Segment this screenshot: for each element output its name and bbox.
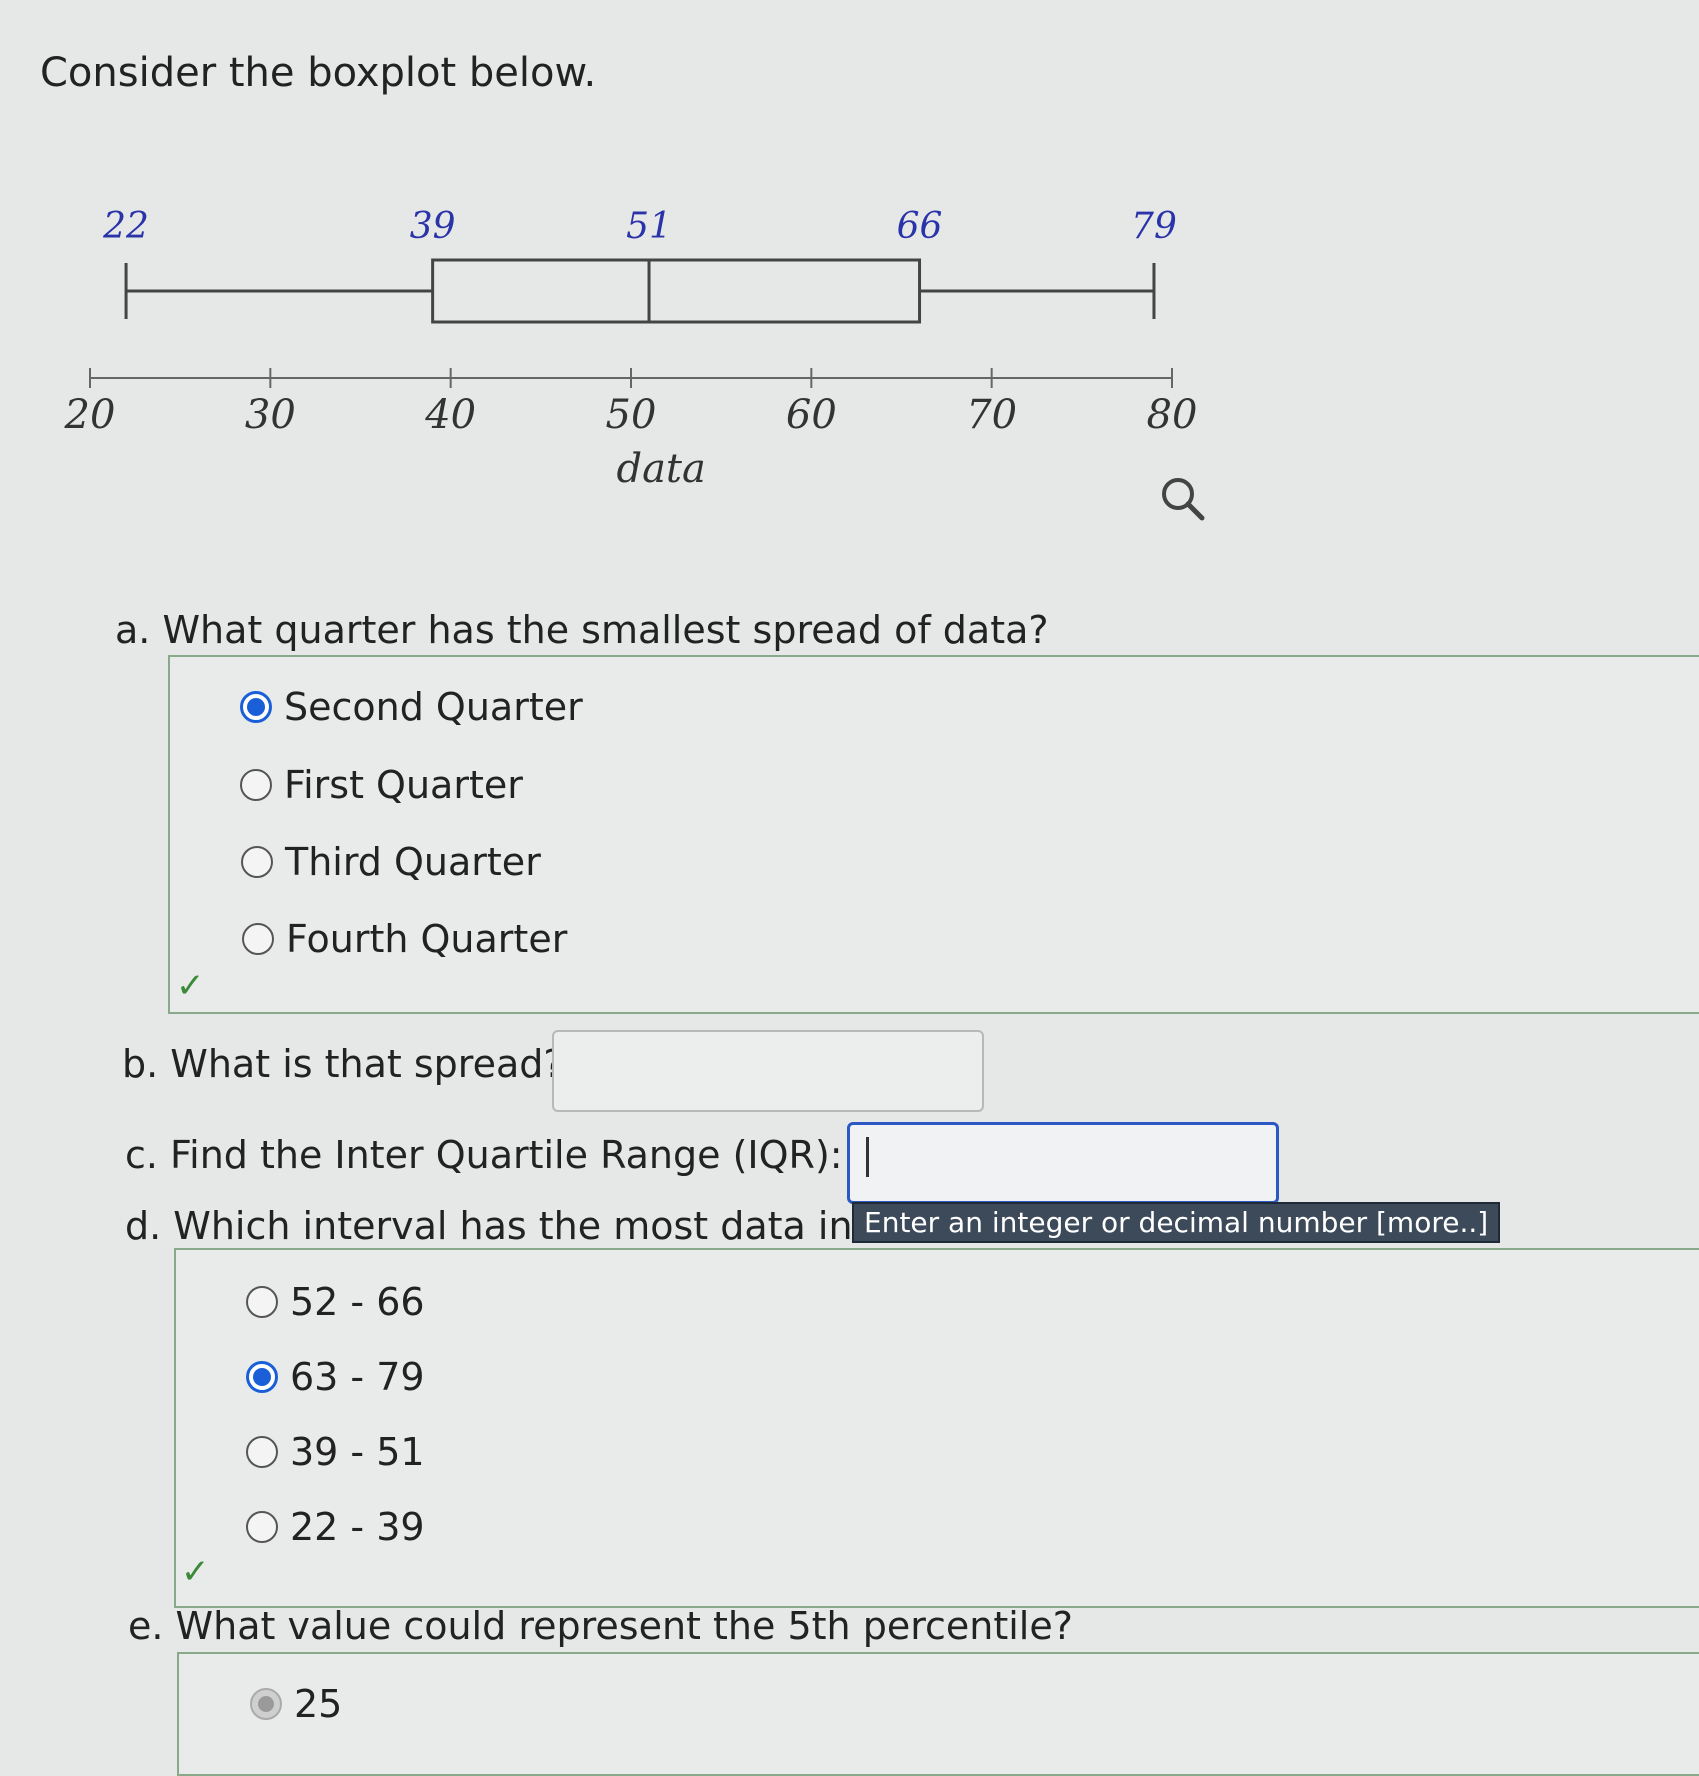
question-a-prompt: a. What quarter has the smallest spread … [115, 608, 1049, 652]
option-fourth-quarter[interactable]: Fourth Quarter [242, 917, 567, 961]
option-63-79[interactable]: 63 - 79 [246, 1355, 425, 1399]
question-d-prompt: d. Which interval has the most data in i… [125, 1204, 911, 1248]
radio-icon[interactable] [246, 1286, 278, 1318]
boxplot-value-label: 51 [626, 206, 672, 247]
input-hint-tooltip[interactable]: Enter an integer or decimal number [more… [852, 1202, 1501, 1243]
option-label: Fourth Quarter [286, 917, 568, 961]
radio-icon[interactable] [241, 846, 273, 878]
question-b-prompt: b. What is that spread? [122, 1042, 564, 1086]
option-label: Third Quarter [285, 840, 541, 884]
option-25[interactable]: 25 [250, 1682, 342, 1726]
radio-selected-icon[interactable] [246, 1361, 278, 1393]
option-label: 52 - 66 [290, 1280, 425, 1324]
correct-check-icon: ✓ [176, 966, 205, 1006]
option-label: Second Quarter [284, 685, 583, 729]
radio-disabled-icon[interactable] [250, 1688, 282, 1720]
option-39-51[interactable]: 39 - 51 [246, 1430, 425, 1474]
boxplot-value-label: 66 [897, 206, 943, 247]
boxplot-value-label: 22 [102, 206, 149, 247]
radio-icon[interactable] [246, 1511, 278, 1543]
radio-icon[interactable] [242, 923, 274, 955]
x-tick-label: 20 [64, 392, 116, 438]
option-second-quarter[interactable]: Second Quarter [240, 685, 583, 729]
question-e-panel [177, 1652, 1699, 1776]
boxplot-chart: 20 30 40 50 60 70 80 data 22 39 51 66 79 [64, 206, 1198, 492]
radio-selected-icon[interactable] [240, 691, 272, 723]
option-third-quarter[interactable]: Third Quarter [241, 840, 541, 884]
correct-check-icon: ✓ [181, 1552, 210, 1592]
option-label: 22 - 39 [290, 1505, 425, 1549]
option-label: 63 - 79 [290, 1355, 425, 1399]
radio-icon[interactable] [246, 1436, 278, 1468]
option-label: First Quarter [284, 763, 523, 807]
question-e-prompt: e. What value could represent the 5th pe… [128, 1604, 1073, 1648]
x-axis-label: data [616, 446, 705, 492]
spread-input[interactable] [552, 1030, 984, 1112]
iqr-box [431, 258, 922, 324]
radio-icon[interactable] [240, 769, 272, 801]
iqr-input[interactable] [847, 1122, 1279, 1204]
x-tick-label: 70 [966, 392, 1017, 438]
option-first-quarter[interactable]: First Quarter [240, 763, 523, 807]
option-22-39[interactable]: 22 - 39 [246, 1505, 425, 1549]
boxplot-value-label: 79 [1131, 206, 1177, 247]
x-tick-label: 50 [606, 392, 657, 438]
question-c-prompt: c. Find the Inter Quartile Range (IQR): [125, 1133, 843, 1177]
x-tick-label: 80 [1147, 392, 1198, 438]
x-tick-label: 30 [245, 392, 296, 438]
option-label: 39 - 51 [290, 1430, 425, 1474]
x-tick-label: 40 [424, 392, 476, 438]
option-52-66[interactable]: 52 - 66 [246, 1280, 425, 1324]
x-tick-label: 60 [786, 392, 837, 438]
option-label: 25 [294, 1682, 343, 1726]
boxplot-value-label: 39 [410, 206, 456, 247]
text-caret [866, 1137, 869, 1177]
zoom-icon[interactable] [1158, 474, 1208, 528]
